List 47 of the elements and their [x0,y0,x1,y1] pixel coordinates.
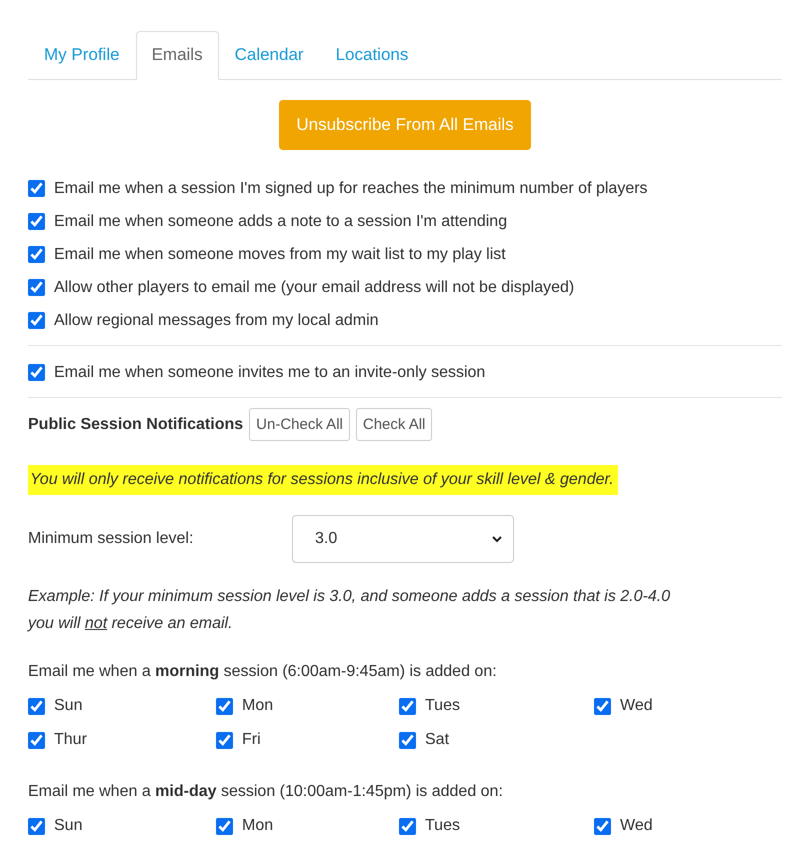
field-label: Minimum session level: [28,530,194,548]
checkbox[interactable] [28,180,45,197]
section-title: Public Session Notifications [28,416,244,434]
bulk-check-button[interactable]: Check All [356,408,432,441]
group-title: Email me when a morning session (6:00am-9:45am) is added on: [28,663,498,681]
checkbox[interactable] [399,698,416,714]
checkbox[interactable] [594,818,611,834]
checkbox[interactable] [28,732,45,748]
checkbox[interactable] [28,246,45,263]
day-label: Sun [54,817,82,835]
checkbox[interactable] [28,279,45,296]
checkbox-label: Email me when a session I'm signed up for reaches the minimum number of players [54,180,648,198]
checkbox[interactable] [399,732,416,748]
checkbox[interactable] [28,364,45,381]
day-label: Tues [425,697,460,715]
checkbox-label: Allow regional messages from my local admin [54,312,379,330]
example-text: Example: If your minimum session level is 3.0, and someone adds a session that is 2.0-4.0 you will not receive an email. [28,587,672,634]
day-label: Thur [54,731,87,749]
checkbox[interactable] [216,698,233,714]
checkbox[interactable] [28,698,45,714]
tab[interactable]: Emails [136,31,219,80]
day-label: Sat [425,731,450,749]
day-label: Wed [620,697,653,715]
checkbox-label: Email me when someone invites me to an invite-only session [54,364,486,382]
day-label: Wed [620,817,653,835]
select-field[interactable]: 3.0 [292,515,514,563]
checkbox[interactable] [216,732,233,748]
checkbox[interactable] [28,312,45,329]
checkbox[interactable] [28,213,45,230]
notice-text: You will only receive notifications for sessions inclusive of your skill level & gender. [28,465,618,495]
bulk-check-button[interactable]: Un-Check All [249,408,350,441]
day-label: Fri [242,731,261,749]
checkbox-label: Email me when someone moves from my wait list to my play list [54,246,506,264]
tab[interactable]: Locations [320,31,424,80]
day-label: Sun [54,697,82,715]
checkbox[interactable] [28,818,45,834]
group-title: Email me when a mid-day session (10:00am-1:45pm) is added on: [28,783,504,801]
tab[interactable]: Calendar [218,31,320,80]
tab[interactable]: My Profile [28,31,136,80]
day-label: Tues [425,817,460,835]
day-label: Mon [242,697,274,715]
checkbox[interactable] [594,698,611,714]
checkbox-label: Allow other players to email me (your email address will not be displayed) [54,278,574,296]
checkbox[interactable] [216,818,233,834]
checkbox-label: Email me when someone adds a note to a session I'm attending [54,212,508,230]
checkbox[interactable] [399,818,416,834]
day-label: Mon [242,817,274,835]
